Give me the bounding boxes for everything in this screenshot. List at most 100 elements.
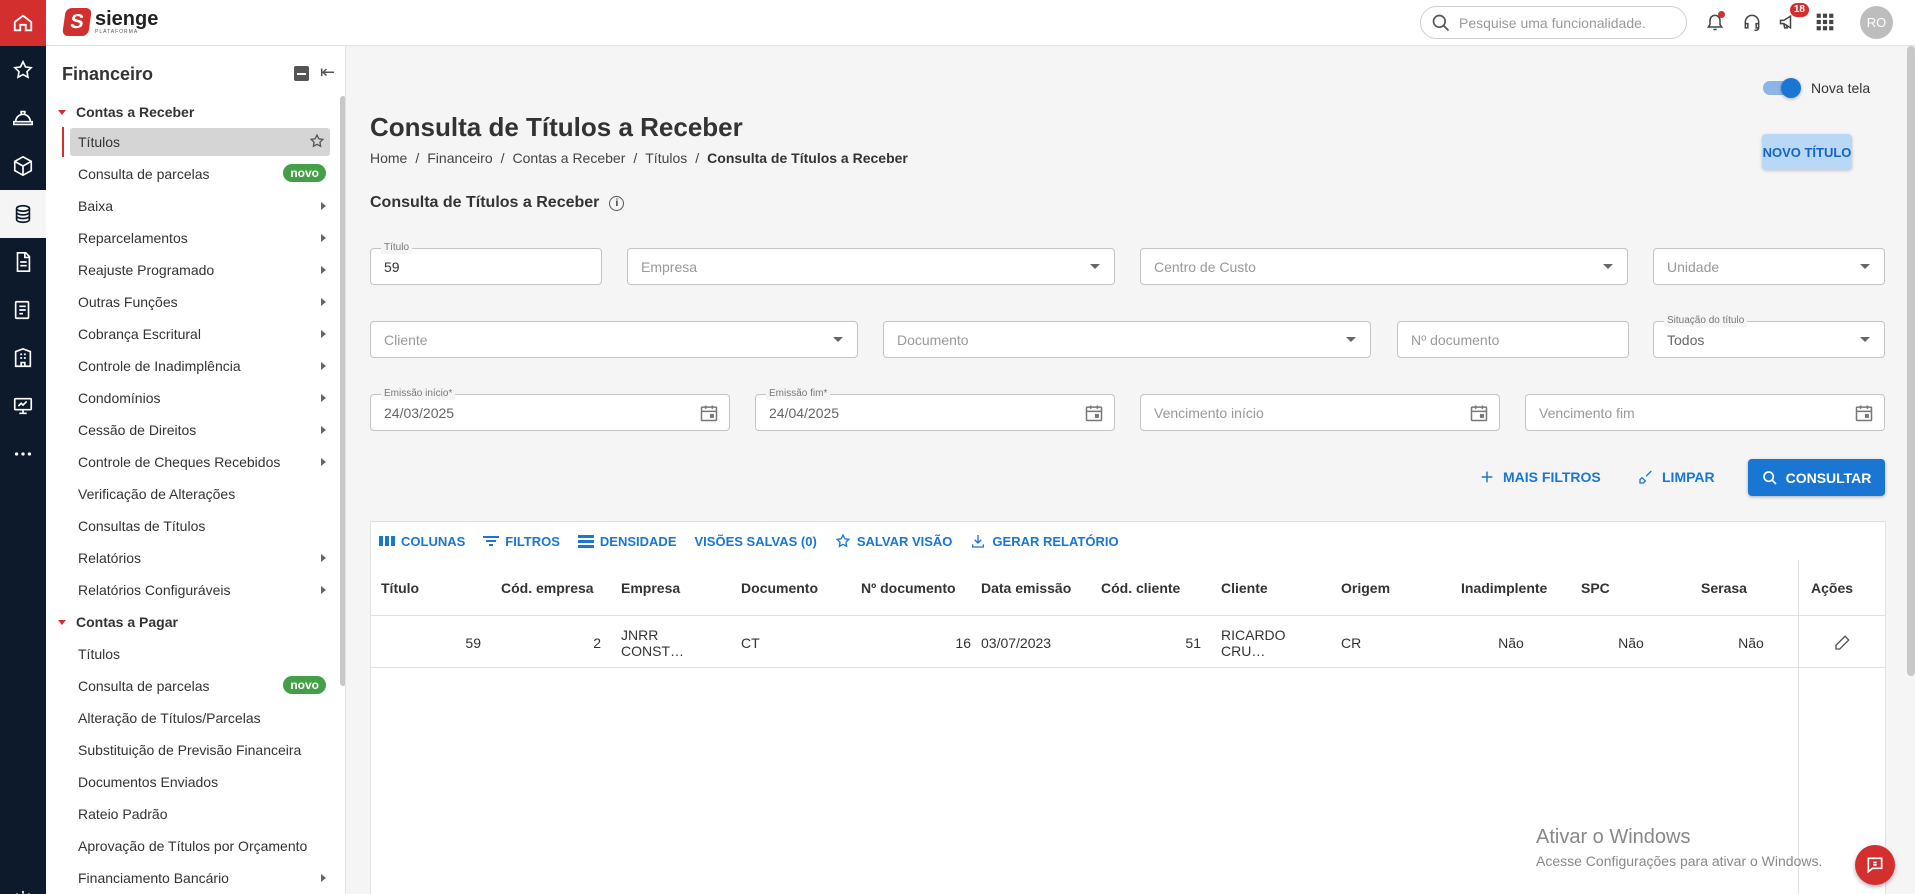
situacao-select[interactable]: Situação do título Todos <box>1653 315 1885 358</box>
search-button[interactable]: CONSULTAR <box>1748 459 1885 496</box>
empresa-select[interactable]: Empresa <box>627 248 1115 285</box>
generate-report-button[interactable]: GERAR RELATÓRIO <box>970 533 1119 549</box>
sidebar-item-outras-funcoes[interactable]: Outras Funções <box>70 288 330 316</box>
more-dots-icon[interactable] <box>0 430 46 478</box>
density-button[interactable]: DENSIDADE <box>577 534 677 549</box>
collapse-all-icon[interactable] <box>294 66 309 81</box>
sidebar-item-documentos-enviados[interactable]: Documentos Enviados <box>70 768 330 796</box>
favorite-star-icon[interactable] <box>309 133 325 152</box>
column-header-titulo[interactable]: Título <box>381 560 481 616</box>
column-header-serasa[interactable]: Serasa <box>1701 560 1781 616</box>
sidebar-item-substituicao-previsao[interactable]: Substituição de Previsão Financeira <box>70 736 330 764</box>
section-label: Contas a Receber <box>76 104 195 120</box>
edit-pencil-icon[interactable] <box>1799 617 1885 668</box>
finance-coins-icon[interactable] <box>0 190 46 238</box>
column-header-inadimplente[interactable]: Inadimplente <box>1461 560 1561 616</box>
sidebar-item-titulos-pagar[interactable]: Títulos <box>70 640 330 668</box>
more-filters-button[interactable]: MAIS FILTROS <box>1479 459 1601 495</box>
calendar-icon[interactable] <box>1854 403 1874 428</box>
document-icon[interactable] <box>0 238 46 286</box>
calendar-icon[interactable] <box>1084 403 1104 428</box>
clear-button[interactable]: LIMPAR <box>1638 459 1715 495</box>
breadcrumb-titulos[interactable]: Títulos <box>645 150 687 166</box>
sidebar-item-reajuste-programado[interactable]: Reajuste Programado <box>70 256 330 284</box>
sidebar-item-rateio-padrao[interactable]: Rateio Padrão <box>70 800 330 828</box>
vencimento-inicio-field[interactable]: Vencimento início <box>1140 394 1500 431</box>
sidebar-item-reparcelamentos[interactable]: Reparcelamentos <box>70 224 330 252</box>
building-icon[interactable] <box>0 334 46 382</box>
sidebar-item-baixa[interactable]: Baixa <box>70 192 330 220</box>
save-view-button[interactable]: SALVAR VISÃO <box>835 533 952 549</box>
sidebar-item-condominios[interactable]: Condomínios <box>70 384 330 412</box>
box-icon[interactable] <box>0 142 46 190</box>
column-header-n-documento[interactable]: Nº documento <box>861 560 971 616</box>
collapse-sidebar-icon[interactable]: ⇤ <box>320 62 335 83</box>
column-header-documento[interactable]: Documento <box>741 560 841 616</box>
new-title-button[interactable]: NOVO TÍTULO <box>1762 134 1852 170</box>
settings-gear-icon[interactable] <box>0 876 46 894</box>
sidebar-item-consulta-parcelas-receber[interactable]: Consulta de parcelas novo <box>70 160 330 188</box>
unidade-select[interactable]: Unidade <box>1653 248 1885 285</box>
sidebar-item-financiamento-bancario[interactable]: Financiamento Bancário <box>70 864 330 892</box>
columns-button[interactable]: COLUNAS <box>379 534 465 549</box>
table-row[interactable]: 59 2 JNRR CONST… CT 16 03/07/2023 51 RIC… <box>371 617 1885 668</box>
sidebar-item-titulos-receber[interactable]: Títulos <box>70 128 330 156</box>
chat-support-button[interactable] <box>1855 845 1895 885</box>
sidebar-item-cobranca-escritural[interactable]: Cobrança Escritural <box>70 320 330 348</box>
saved-views-button[interactable]: VISÕES SALVAS (0) <box>695 534 817 549</box>
megaphone-icon[interactable]: 18 <box>1775 3 1809 35</box>
sidebar-item-relatorios-configuraveis[interactable]: Relatórios Configuráveis <box>70 576 330 604</box>
chevron-right-icon <box>321 554 326 562</box>
column-header-data-emissao[interactable]: Data emissão <box>981 560 1091 616</box>
apps-grid-icon[interactable] <box>1812 9 1838 35</box>
search-input[interactable] <box>1459 14 1659 31</box>
sidebar-item-controle-inadimplencia[interactable]: Controle de Inadimplência <box>70 352 330 380</box>
breadcrumb-contas-a-receber[interactable]: Contas a Receber <box>513 150 626 166</box>
column-header-empresa[interactable]: Empresa <box>621 560 721 616</box>
sidebar-section-contas-a-receber[interactable]: Contas a Receber <box>46 98 336 126</box>
sidebar-item-verificacao-alteracoes[interactable]: Verificação de Alterações <box>70 480 330 508</box>
centro-custo-select[interactable]: Centro de Custo <box>1140 248 1628 285</box>
emissao-inicio-field[interactable]: Emissão início* 24/03/2025 <box>370 388 730 431</box>
sidebar-item-aprovacao-titulos[interactable]: Aprovação de Títulos por Orçamento <box>70 832 330 860</box>
sidebar-section-contas-a-pagar[interactable]: Contas a Pagar <box>46 608 336 636</box>
list-document-icon[interactable] <box>0 286 46 334</box>
emissao-fim-field[interactable]: Emissão fim* 24/04/2025 <box>755 388 1115 431</box>
toggle-switch[interactable] <box>1763 78 1801 98</box>
headset-support-icon[interactable] <box>1739 9 1765 35</box>
monitor-icon[interactable] <box>0 382 46 430</box>
sidebar-item-consultas-titulos[interactable]: Consultas de Títulos <box>70 512 330 540</box>
sidebar-item-controle-cheques[interactable]: Controle de Cheques Recebidos <box>70 448 330 476</box>
sidebar-item-relatorios[interactable]: Relatórios <box>70 544 330 572</box>
calendar-icon[interactable] <box>699 403 719 428</box>
user-avatar[interactable]: RO <box>1860 6 1893 39</box>
new-screen-toggle[interactable]: Nova tela <box>1763 78 1870 98</box>
info-icon[interactable]: i <box>609 195 625 211</box>
home-icon[interactable] <box>0 0 46 46</box>
column-header-cliente[interactable]: Cliente <box>1221 560 1321 616</box>
download-icon <box>972 535 985 548</box>
filters-button[interactable]: FILTROS <box>483 534 560 549</box>
breadcrumb-home[interactable]: Home <box>370 150 407 166</box>
n-documento-field[interactable]: Nº documento <box>1397 321 1629 358</box>
titulo-field[interactable]: Título 59 <box>370 242 602 285</box>
sienge-logo[interactable]: S sienge PLATAFORMA <box>62 8 158 36</box>
calendar-icon[interactable] <box>1469 403 1489 428</box>
column-header-cod-empresa[interactable]: Cód. empresa <box>501 560 601 616</box>
notifications-bell-icon[interactable] <box>1702 9 1728 35</box>
main-scrollbar[interactable] <box>1907 46 1915 676</box>
sidebar-item-cessao-direitos[interactable]: Cessão de Direitos <box>70 416 330 444</box>
sidebar-item-consulta-parcelas-pagar[interactable]: Consulta de parcelas novo <box>70 672 330 700</box>
sidebar-item-alteracao-titulos[interactable]: Alteração de Títulos/Parcelas <box>70 704 330 732</box>
vencimento-fim-field[interactable]: Vencimento fim <box>1525 394 1885 431</box>
chevron-right-icon <box>321 394 326 402</box>
column-header-origem[interactable]: Origem <box>1341 560 1441 616</box>
search-box[interactable] <box>1420 6 1687 39</box>
column-header-spc[interactable]: SPC <box>1581 560 1681 616</box>
cliente-select[interactable]: Cliente <box>370 321 858 358</box>
documento-select[interactable]: Documento <box>883 321 1371 358</box>
breadcrumb-financeiro[interactable]: Financeiro <box>427 150 492 166</box>
column-header-cod-cliente[interactable]: Cód. cliente <box>1101 560 1201 616</box>
favorites-icon[interactable] <box>0 46 46 94</box>
engineering-helmet-icon[interactable] <box>0 94 46 142</box>
